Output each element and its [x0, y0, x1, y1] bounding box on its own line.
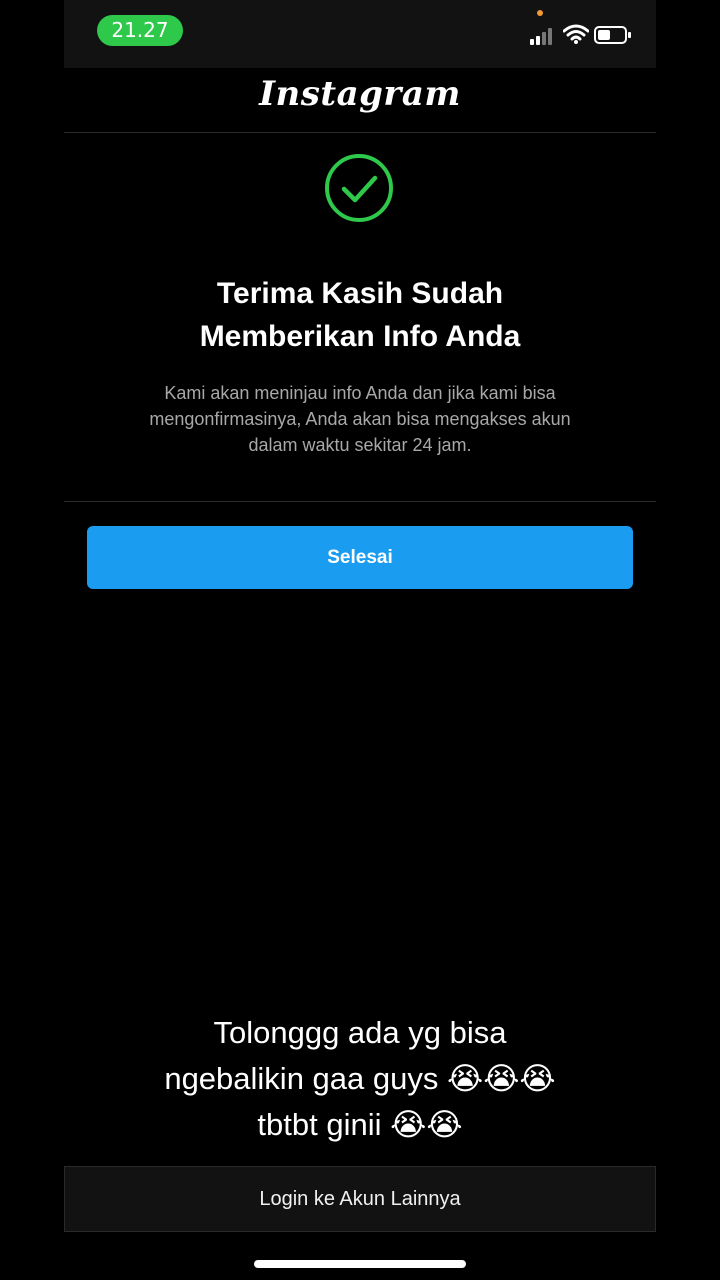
title-line: Memberikan Info Anda — [199, 320, 521, 353]
caption-line: Tolonggg ada yg bisa — [213, 1015, 507, 1050]
caption-line: ngebalikin gaa guys 😭😭😭 — [164, 1061, 556, 1096]
description-line: mengonfirmasinya, Anda akan bisa mengaks… — [149, 409, 571, 429]
wifi-icon — [563, 24, 589, 44]
battery-icon — [594, 26, 631, 44]
divider — [64, 501, 656, 502]
check-circle-icon — [325, 154, 393, 222]
done-button[interactable]: Selesai — [87, 526, 633, 589]
caption-line: tbtbt ginii 😭😭 — [257, 1107, 463, 1142]
description-line: dalam waktu sekitar 24 jam. — [248, 435, 472, 455]
signal-icon — [530, 28, 552, 45]
confirmation-title: Terima Kasih Sudah Memberikan Info Anda — [64, 272, 656, 358]
description-line: Kami akan meninjau info Anda dan jika ka… — [164, 383, 556, 403]
login-other-account-button[interactable]: Login ke Akun Lainnya — [64, 1166, 656, 1232]
title-line: Terima Kasih Sudah — [216, 277, 504, 310]
video-caption: Tolonggg ada yg bisa ngebalikin gaa guys… — [64, 1010, 656, 1148]
status-bar: 21.27 — [64, 0, 656, 68]
home-indicator[interactable] — [254, 1260, 466, 1268]
confirmation-description: Kami akan meninjau info Anda dan jika ka… — [110, 380, 610, 458]
app-header: Instagram — [64, 68, 656, 133]
status-time: 21.27 — [97, 15, 183, 46]
privacy-indicator-dot — [537, 10, 543, 16]
instagram-logo: Instagram — [259, 74, 461, 114]
